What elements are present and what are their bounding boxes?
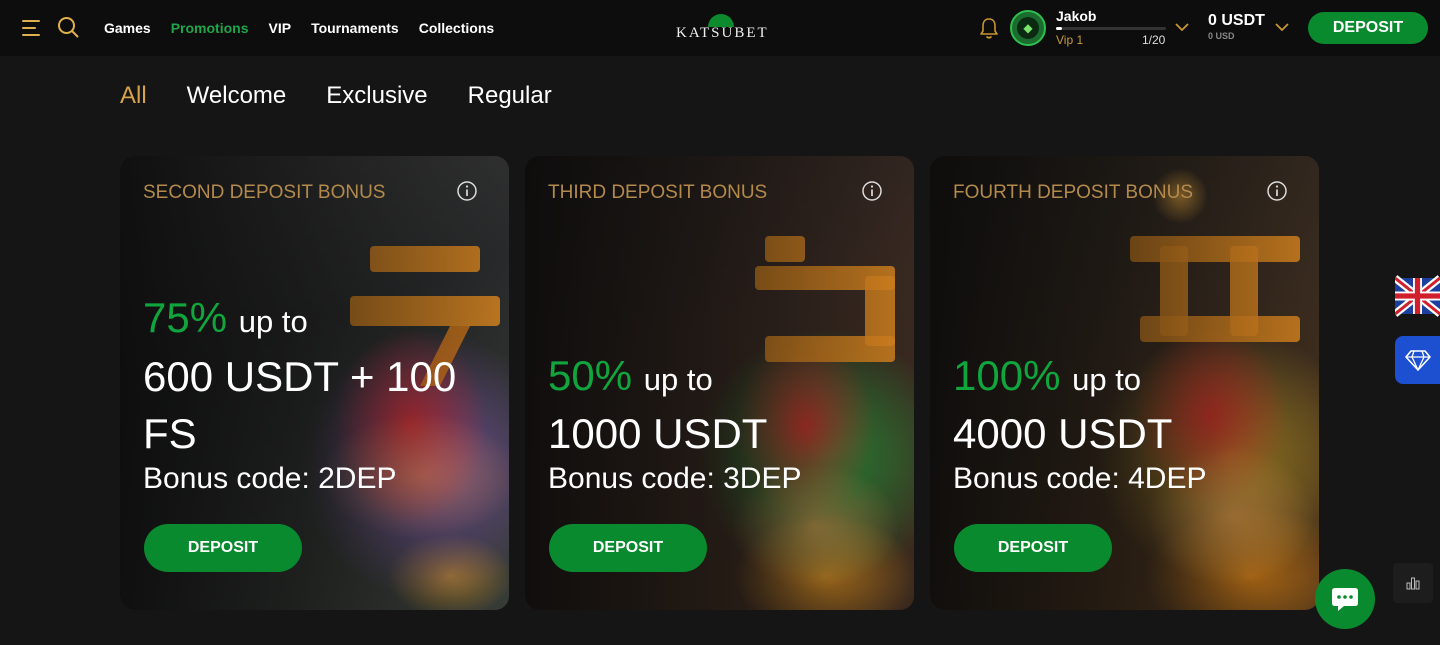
bell-icon[interactable]	[978, 16, 1000, 40]
vip-progress-text: 1/20	[1142, 33, 1166, 47]
deposit-button[interactable]: DEPOSIT	[954, 524, 1112, 572]
bonus-code: Bonus code: 2DEP	[143, 462, 397, 495]
card-title: THIRD DEPOSIT BONUS	[548, 182, 768, 203]
avatar-icon: ◆	[1017, 17, 1039, 39]
nav-games[interactable]: Games	[104, 20, 151, 36]
chat-button[interactable]	[1315, 569, 1375, 629]
vip-progress-fill	[1056, 27, 1062, 30]
bonus-percent: 100%	[953, 352, 1061, 399]
uk-flag-icon[interactable]	[1395, 272, 1440, 320]
bonus-code: Bonus code: 3DEP	[548, 462, 802, 495]
promo-card-third-deposit: THIRD DEPOSIT BONUS 50% up to 1000 USDT …	[525, 156, 914, 610]
chat-icon	[1332, 588, 1358, 611]
vip-diamond-button[interactable]	[1395, 336, 1440, 384]
tab-exclusive[interactable]: Exclusive	[326, 82, 427, 110]
nav-vip[interactable]: VIP	[268, 20, 291, 36]
balance-usd: 0 USD	[1208, 31, 1235, 41]
search-icon[interactable]	[57, 16, 79, 38]
site-logo[interactable]: KATSUBET	[676, 14, 769, 44]
bonus-percent: 50%	[548, 352, 633, 399]
chevron-down-icon[interactable]	[1275, 22, 1289, 32]
promo-card-second-deposit: SECOND DEPOSIT BONUS 75% up to 600 USDT …	[120, 156, 509, 610]
logo-text: KATSUBET	[676, 25, 769, 41]
user-name: Jakob	[1056, 8, 1097, 24]
tab-regular[interactable]: Regular	[468, 82, 552, 110]
bonus-amount: 600 USDT + 100 FS	[143, 353, 457, 457]
promo-card-fourth-deposit: FOURTH DEPOSIT BONUS 100% up to 4000 USD…	[930, 156, 1319, 610]
chevron-down-icon[interactable]	[1175, 22, 1189, 32]
top-header: Games Promotions VIP Tournaments Collect…	[0, 0, 1440, 56]
vip-level: Vip 1	[1056, 33, 1084, 47]
tab-all[interactable]: All	[120, 82, 147, 110]
avatar[interactable]: ◆	[1010, 10, 1046, 46]
deposit-button[interactable]: DEPOSIT	[549, 524, 707, 572]
bonus-amount: 1000 USDT	[548, 410, 768, 457]
stats-button[interactable]	[1393, 563, 1433, 603]
promo-tabs: All Welcome Exclusive Regular	[120, 82, 552, 110]
vip-progress-bar	[1056, 27, 1166, 30]
deposit-button[interactable]: DEPOSIT	[144, 524, 302, 572]
card-title: FOURTH DEPOSIT BONUS	[953, 182, 1193, 203]
nav-promotions[interactable]: Promotions	[171, 20, 249, 36]
bonus-percent-line: 100% up to	[953, 352, 1141, 400]
header-deposit-button[interactable]: DEPOSIT	[1308, 12, 1428, 44]
main-nav: Games Promotions VIP Tournaments Collect…	[104, 0, 494, 56]
card-title: SECOND DEPOSIT BONUS	[143, 182, 386, 203]
bonus-upto: up to	[1072, 362, 1142, 397]
nav-collections[interactable]: Collections	[419, 20, 494, 36]
bonus-percent-line: 50% up to	[548, 352, 713, 400]
bonus-upto: up to	[643, 362, 713, 397]
bar-chart-icon	[1406, 577, 1420, 590]
bonus-percent: 75%	[143, 294, 228, 341]
info-icon[interactable]	[861, 180, 883, 202]
tab-welcome[interactable]: Welcome	[187, 82, 287, 110]
menu-icon[interactable]	[22, 18, 42, 38]
bonus-amount: 4000 USDT	[953, 410, 1173, 457]
bonus-upto: up to	[238, 304, 308, 339]
info-icon[interactable]	[456, 180, 478, 202]
nav-tournaments[interactable]: Tournaments	[311, 20, 399, 36]
bonus-code: Bonus code: 4DEP	[953, 462, 1207, 495]
bonus-percent-line: 75% up to	[143, 294, 308, 342]
diamond-icon	[1404, 350, 1431, 371]
balance-amount[interactable]: 0 USDT	[1208, 12, 1265, 30]
info-icon[interactable]	[1266, 180, 1288, 202]
